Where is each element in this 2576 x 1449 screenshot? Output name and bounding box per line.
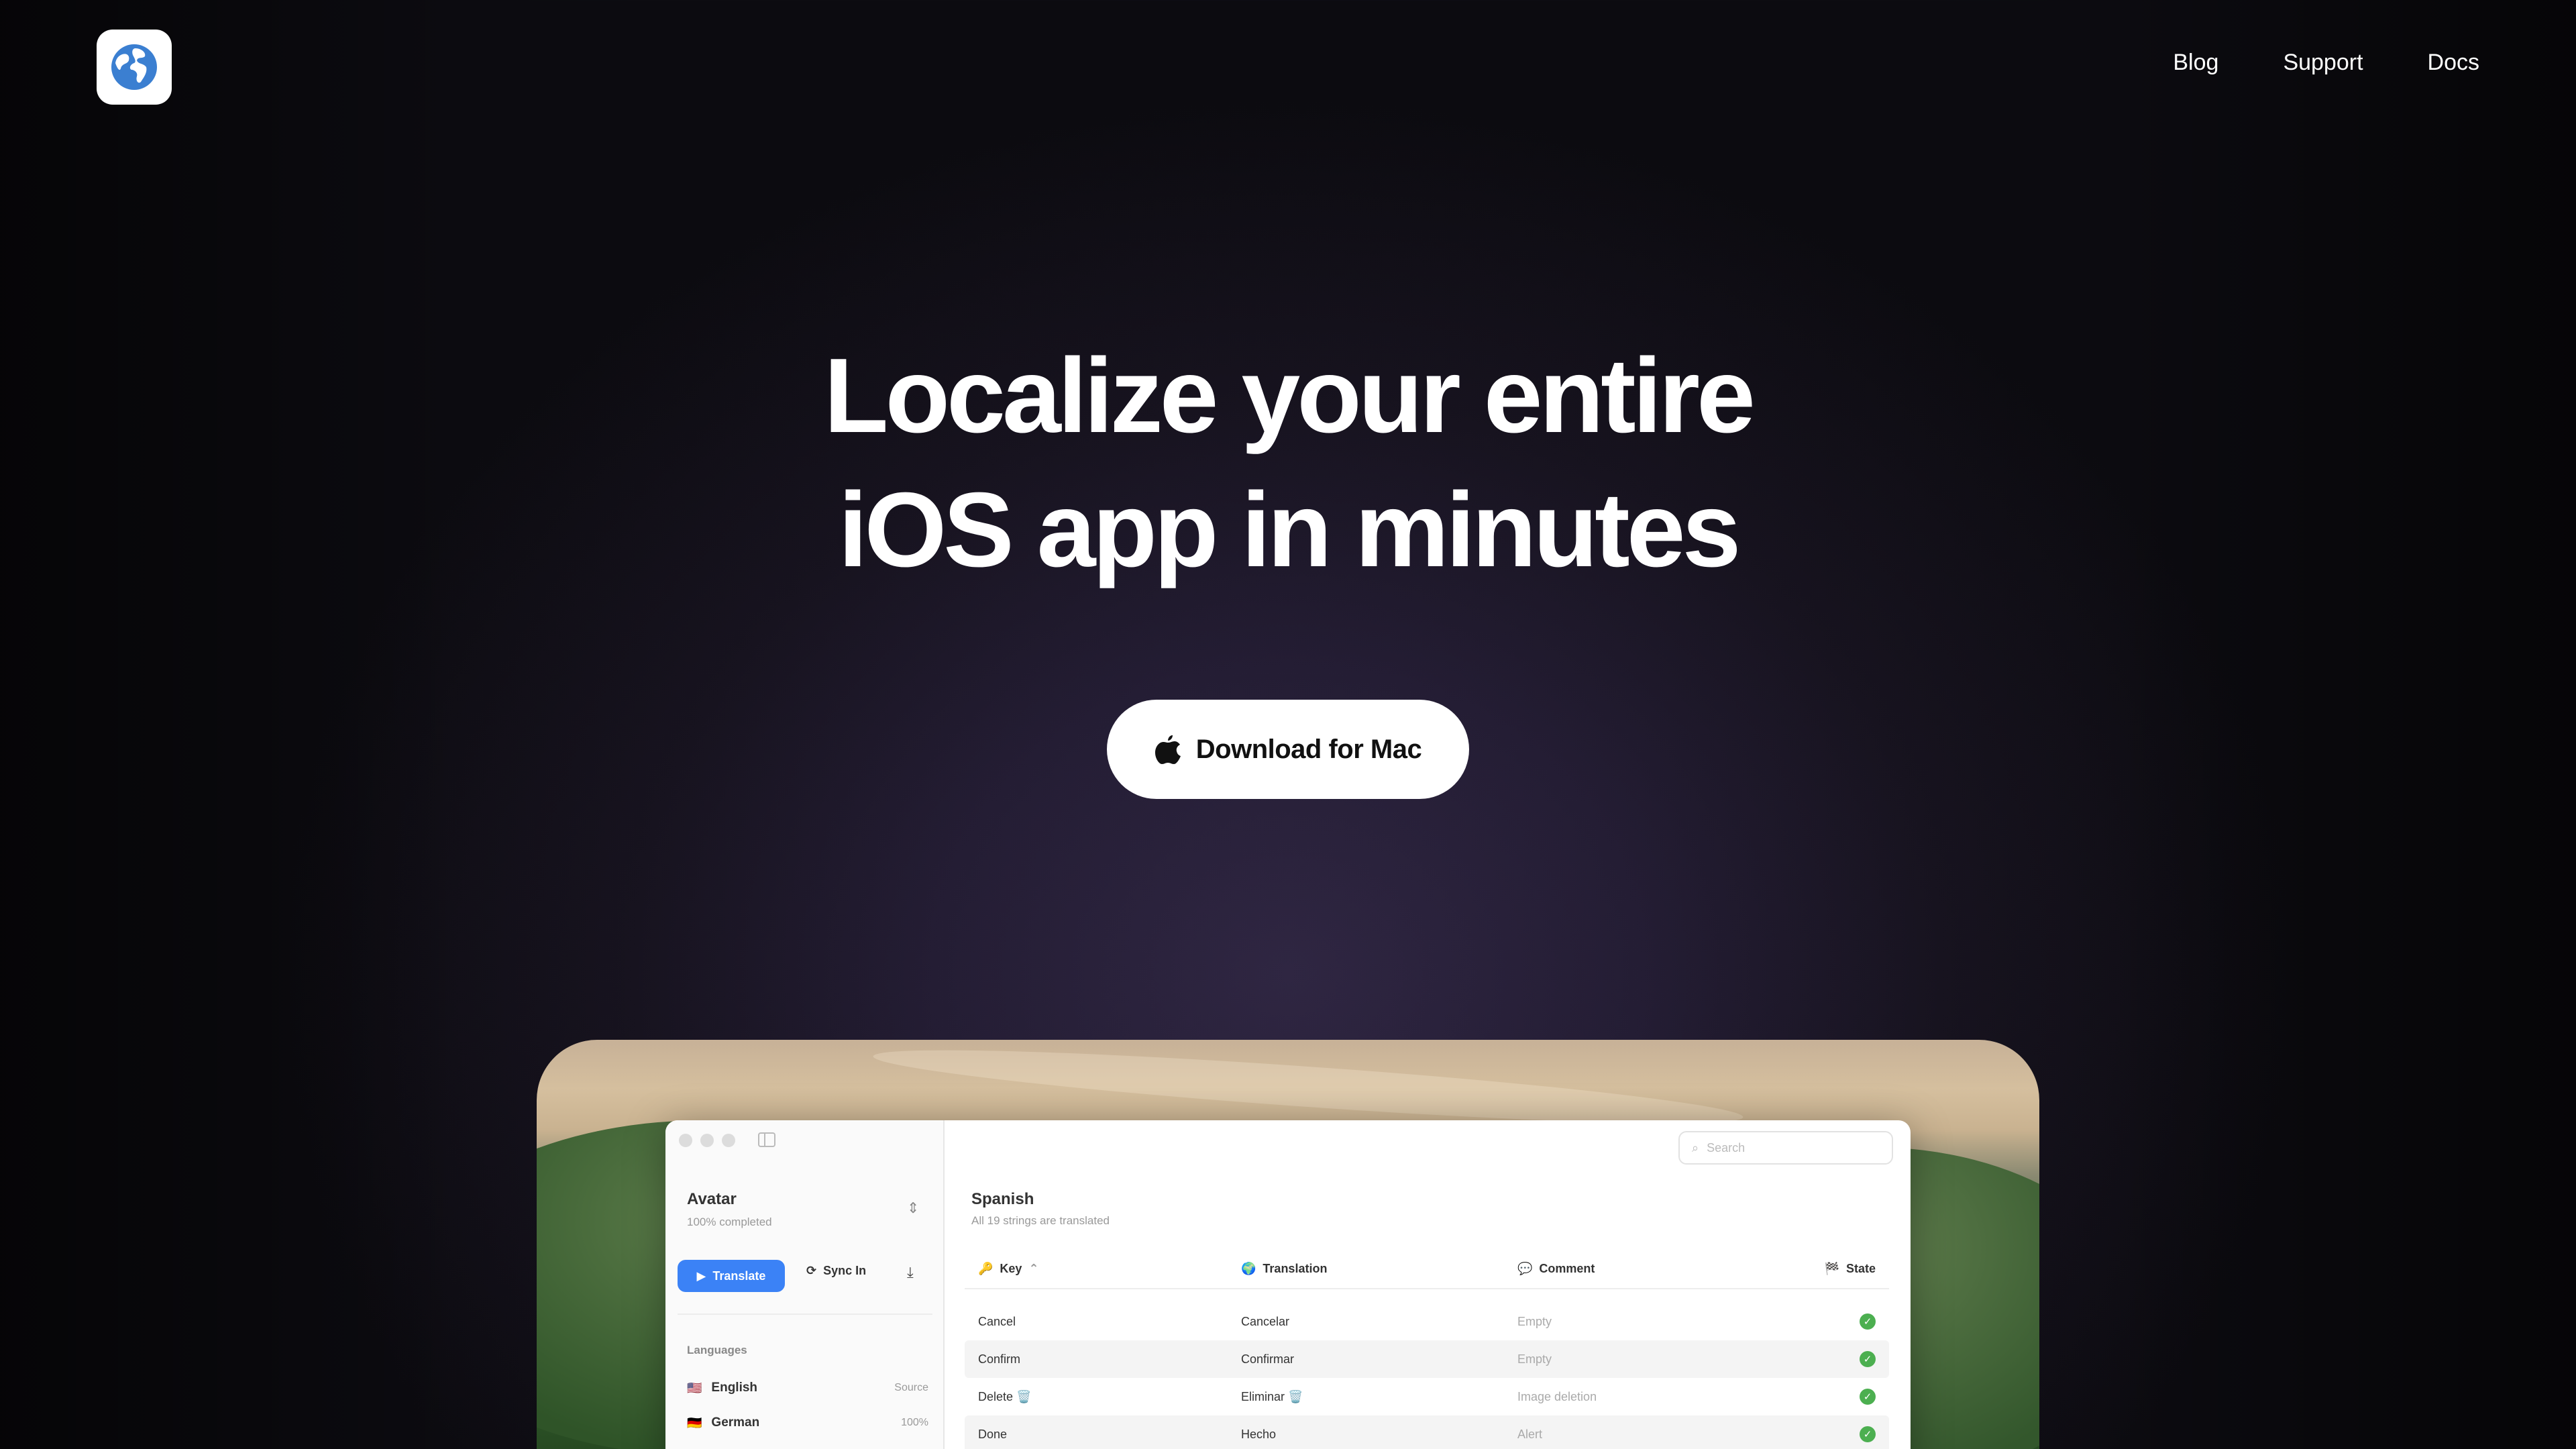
speech-bubble-icon: 💬 xyxy=(1517,1261,1533,1275)
row-comment: Empty xyxy=(1517,1314,1552,1328)
nav-link-support[interactable]: Support xyxy=(2283,50,2363,76)
language-item-german[interactable]: 🇩🇪 German 100% xyxy=(687,1415,928,1430)
sync-icon: ⟳ xyxy=(806,1264,817,1277)
selected-language-title: Spanish xyxy=(971,1190,1034,1208)
column-translation-label: Translation xyxy=(1263,1261,1328,1275)
download-for-mac-button[interactable]: Download for Mac xyxy=(1107,700,1469,799)
languages-header: Languages xyxy=(687,1344,747,1356)
translation-status: All 19 strings are translated xyxy=(971,1214,1110,1227)
search-input[interactable]: ⌕ Search xyxy=(1678,1131,1893,1165)
row-comment: Image deletion xyxy=(1517,1389,1597,1403)
hero-title-line-1: Localize your entire xyxy=(824,337,1756,455)
sidebar-divider xyxy=(678,1313,932,1315)
minimize-window-button[interactable] xyxy=(700,1134,714,1147)
download-icon[interactable]: ⤓ xyxy=(907,1264,914,1281)
project-progress: 100% completed xyxy=(687,1216,772,1228)
row-key: Done xyxy=(978,1427,1008,1441)
row-state: ✓ xyxy=(1794,1313,1889,1330)
row-state: ✓ xyxy=(1794,1351,1889,1367)
de-flag-icon: 🇩🇪 xyxy=(687,1415,702,1430)
table-row[interactable]: Confirm Confirmar Empty ✓ xyxy=(965,1340,1889,1378)
nav-link-docs[interactable]: Docs xyxy=(2428,50,2479,76)
sidebar-toggle-icon[interactable] xyxy=(758,1132,775,1147)
language-status: Source xyxy=(894,1382,928,1393)
row-key: Confirm xyxy=(978,1352,1021,1366)
app-window: Avatar 100% completed ⇕ ▶ Translate ⟳ Sy… xyxy=(665,1120,1911,1449)
column-comment-label: Comment xyxy=(1539,1261,1595,1275)
checkmark-icon: ✓ xyxy=(1860,1313,1876,1330)
search-placeholder: Search xyxy=(1707,1140,1746,1155)
globe-icon: 🌍 xyxy=(1241,1261,1256,1275)
row-comment: Empty xyxy=(1517,1352,1552,1366)
globe-icon xyxy=(111,44,157,90)
column-state-label: State xyxy=(1845,1261,1876,1275)
table-header: 🔑 Key ⌃ 🌍 Translation 💬 Comment 🏁 State xyxy=(965,1249,1889,1289)
table-row[interactable]: Done Hecho Alert ✓ xyxy=(965,1415,1889,1449)
sync-button-label: Sync In xyxy=(823,1264,867,1277)
row-translation[interactable]: Cancelar xyxy=(1241,1315,1517,1329)
app-main: ⌕ Search Spanish All 19 strings are tran… xyxy=(946,1120,1911,1449)
close-window-button[interactable] xyxy=(679,1134,692,1147)
checkmark-icon: ✓ xyxy=(1860,1426,1876,1442)
hero-title: Localize your entire iOS app in minutes xyxy=(0,329,2576,597)
app-logo[interactable] xyxy=(97,30,172,105)
column-state[interactable]: 🏁 State xyxy=(1794,1262,1889,1276)
nav-link-blog[interactable]: Blog xyxy=(2173,50,2218,76)
sort-chevron-up-icon: ⌃ xyxy=(1028,1261,1039,1275)
table-row[interactable]: Delete 🗑️ Eliminar 🗑️ Image deletion ✓ xyxy=(965,1378,1889,1415)
download-button-label: Download for Mac xyxy=(1195,734,1422,764)
zoom-window-button[interactable] xyxy=(722,1134,735,1147)
checkmark-icon: ✓ xyxy=(1860,1351,1876,1367)
row-key: Cancel xyxy=(978,1314,1016,1328)
language-item-english[interactable]: 🇺🇸 English Source xyxy=(687,1381,928,1395)
row-state: ✓ xyxy=(1794,1426,1889,1442)
language-status: 100% xyxy=(901,1417,928,1428)
top-nav: Blog Support Docs xyxy=(2173,50,2479,76)
row-translation[interactable]: Confirmar xyxy=(1241,1352,1517,1366)
row-translation[interactable]: Hecho xyxy=(1241,1428,1517,1442)
row-translation[interactable]: Eliminar 🗑️ xyxy=(1241,1390,1517,1404)
row-key: Delete 🗑️ xyxy=(978,1389,1032,1403)
play-icon: ▶ xyxy=(696,1269,706,1283)
chevron-updown-icon[interactable]: ⇕ xyxy=(907,1199,919,1217)
window-controls xyxy=(679,1134,735,1147)
column-key[interactable]: 🔑 Key ⌃ xyxy=(965,1262,1241,1276)
search-icon: ⌕ xyxy=(1692,1140,1699,1155)
translate-button[interactable]: ▶ Translate xyxy=(678,1260,785,1292)
apple-icon xyxy=(1155,735,1181,764)
translate-button-label: Translate xyxy=(712,1269,766,1283)
row-comment: Alert xyxy=(1517,1427,1543,1441)
sync-in-button[interactable]: ⟳ Sync In xyxy=(806,1264,866,1278)
column-translation[interactable]: 🌍 Translation xyxy=(1241,1262,1517,1276)
table-row[interactable]: Cancel Cancelar Empty ✓ xyxy=(965,1303,1889,1340)
checkered-flag-icon: 🏁 xyxy=(1824,1261,1839,1275)
project-name: Avatar xyxy=(687,1190,737,1208)
column-comment[interactable]: 💬 Comment xyxy=(1517,1262,1794,1276)
app-sidebar: Avatar 100% completed ⇕ ▶ Translate ⟳ Sy… xyxy=(665,1120,945,1449)
language-name: English xyxy=(711,1381,758,1395)
row-state: ✓ xyxy=(1794,1389,1889,1405)
hero-title-line-2: iOS app in minutes xyxy=(838,471,1741,589)
language-name: German xyxy=(711,1415,760,1430)
us-flag-icon: 🇺🇸 xyxy=(687,1381,702,1395)
column-key-label: Key xyxy=(1000,1261,1022,1275)
checkmark-icon: ✓ xyxy=(1860,1389,1876,1405)
key-icon: 🔑 xyxy=(978,1261,994,1275)
